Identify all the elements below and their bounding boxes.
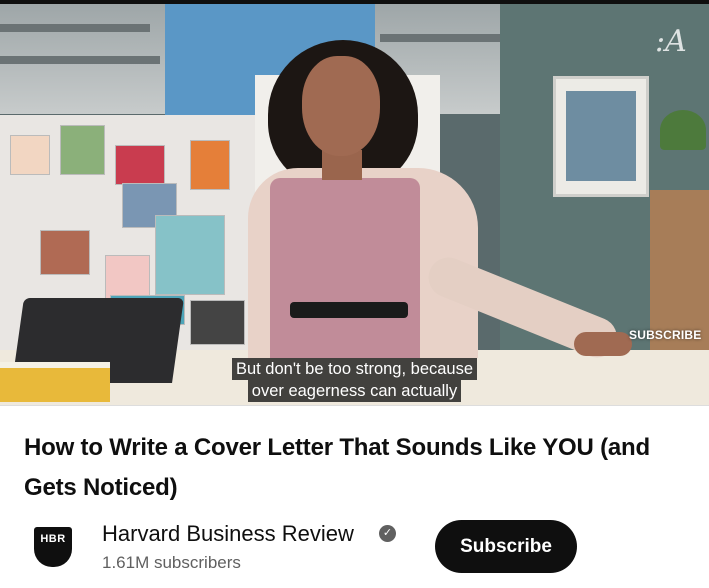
video-scene-plant: [660, 110, 706, 150]
person-face: [302, 56, 380, 156]
avatar-text: HBR: [40, 533, 66, 545]
channel-avatar[interactable]: HBR: [34, 527, 72, 567]
channel-name[interactable]: Harvard Business Review: [102, 521, 354, 547]
verified-check-icon: ✓: [379, 525, 396, 542]
caption-line: over eagerness can actually: [247, 380, 462, 402]
video-subscribe-overlay[interactable]: SUBSCRIBE: [629, 328, 701, 342]
person-hand: [574, 332, 632, 356]
video-player[interactable]: :A SUBSCRIBE But don't be too strong, be…: [0, 0, 709, 406]
person-belt: [290, 302, 408, 318]
person-dress: [270, 178, 420, 358]
subscribe-button[interactable]: Subscribe: [435, 520, 577, 573]
video-title: How to Write a Cover Letter That Sounds …: [24, 434, 650, 501]
caption-line: But don't be too strong, because: [231, 358, 478, 380]
subscriber-count: 1.61M subscribers: [102, 553, 241, 572]
channel-watermark[interactable]: :A: [655, 24, 687, 59]
video-scene-frame: [553, 76, 649, 197]
captions: But don't be too strong, because over ea…: [0, 358, 709, 402]
